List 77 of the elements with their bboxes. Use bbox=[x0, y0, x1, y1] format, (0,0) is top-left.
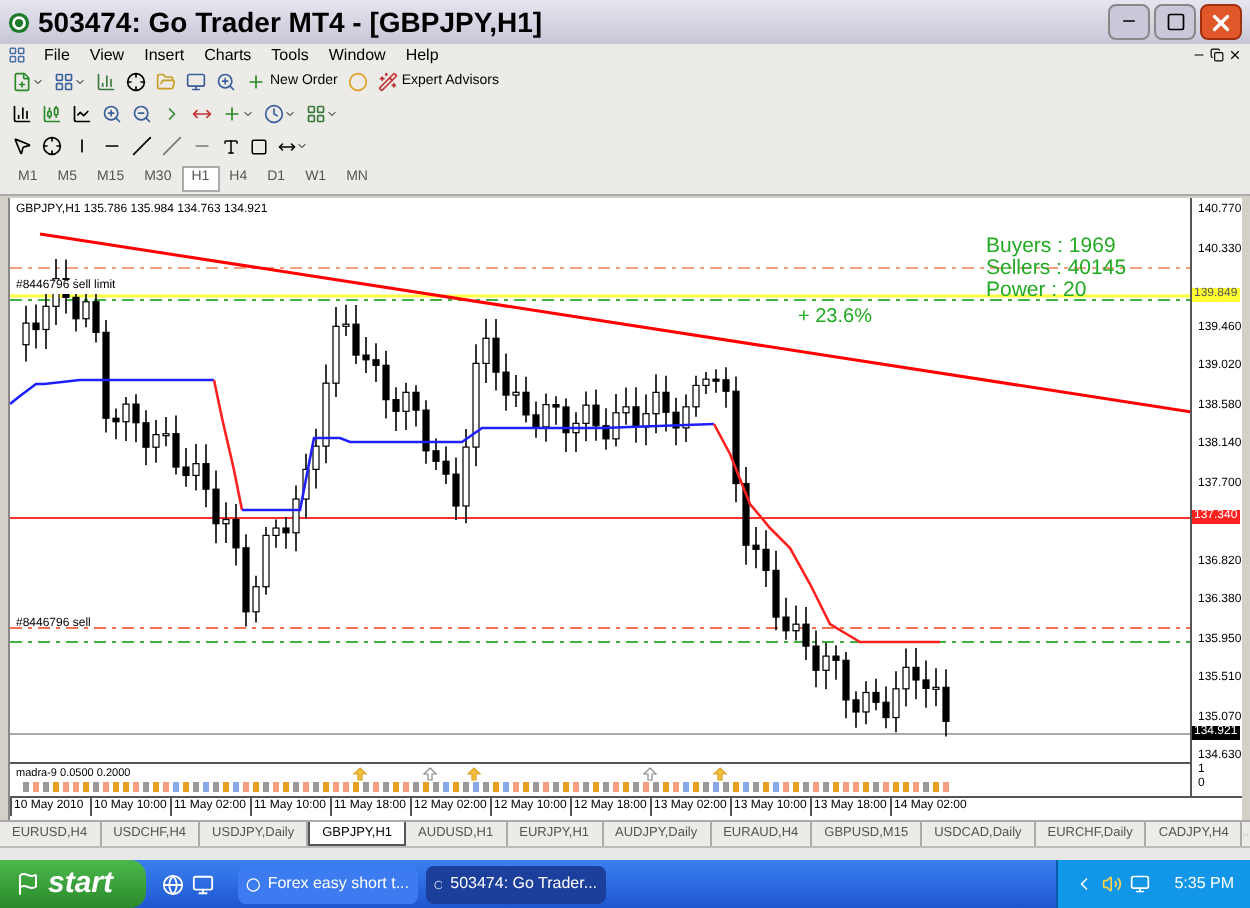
crosshair-icon bbox=[126, 72, 146, 92]
zoom-in-button[interactable] bbox=[98, 100, 126, 128]
zoom-in-icon bbox=[102, 104, 122, 124]
new-order-icon bbox=[246, 72, 266, 92]
maximize-icon bbox=[1165, 12, 1185, 32]
taskbar-button[interactable]: 503474: Go Trader... bbox=[425, 865, 606, 903]
crosshair-button[interactable] bbox=[38, 132, 66, 160]
close-icon[interactable] bbox=[1228, 48, 1242, 62]
templates-button[interactable] bbox=[302, 100, 342, 128]
periods-button[interactable] bbox=[260, 100, 300, 128]
restore-icon[interactable] bbox=[1210, 48, 1224, 62]
close-icon bbox=[1208, 9, 1234, 35]
chart-shift-icon bbox=[192, 104, 212, 124]
caret-icon bbox=[242, 108, 254, 120]
magnifier-icon bbox=[216, 72, 236, 92]
label-icon bbox=[250, 137, 268, 155]
cursor-icon bbox=[12, 136, 32, 156]
trendline-button[interactable] bbox=[128, 132, 156, 160]
text-icon bbox=[222, 137, 240, 155]
horizontal-scrollbar[interactable] bbox=[0, 846, 1250, 860]
caret-icon bbox=[284, 108, 296, 120]
bar-chart-button[interactable] bbox=[8, 100, 36, 128]
profiles-button[interactable] bbox=[50, 68, 90, 96]
navigator-button[interactable] bbox=[122, 68, 150, 96]
windows-flag-icon bbox=[16, 872, 40, 896]
quick-launch-icon[interactable] bbox=[161, 873, 184, 895]
zoom-out-button[interactable] bbox=[128, 100, 156, 128]
line-chart-button[interactable] bbox=[68, 100, 96, 128]
channel-button[interactable] bbox=[158, 132, 186, 160]
stat-text: Sellers : 40145 bbox=[986, 258, 1127, 280]
market-watch-button[interactable] bbox=[92, 68, 120, 96]
stat-text: Buyers : 1969 bbox=[986, 236, 1118, 258]
arrows-icon bbox=[278, 137, 296, 155]
terminal-button[interactable] bbox=[182, 68, 210, 96]
market-watch-icon bbox=[96, 72, 116, 92]
desktop-icon[interactable] bbox=[191, 873, 214, 895]
menu-item[interactable]: View bbox=[79, 43, 135, 67]
channel-icon bbox=[162, 136, 182, 156]
maximize-button[interactable] bbox=[1154, 4, 1196, 40]
bars-icon bbox=[12, 104, 32, 124]
caret-icon bbox=[326, 108, 338, 120]
indicators-icon bbox=[222, 104, 242, 124]
folder-icon bbox=[156, 72, 176, 92]
close-button[interactable] bbox=[1200, 4, 1242, 40]
terminal-icon bbox=[186, 72, 206, 92]
new-chart-icon bbox=[12, 72, 32, 92]
menu-item[interactable]: Tools bbox=[261, 43, 319, 67]
expert-advisors-icon bbox=[377, 72, 398, 92]
window-title: 503474: Go Trader MT4 - [GBPJPY,H1] bbox=[38, 3, 543, 42]
menu-item[interactable]: Window bbox=[318, 43, 396, 67]
caret-icon bbox=[74, 76, 86, 88]
start-button[interactable]: start bbox=[0, 860, 146, 908]
app-icon bbox=[8, 11, 30, 33]
menu-item[interactable]: Insert bbox=[134, 43, 195, 67]
tester-button[interactable] bbox=[212, 68, 240, 96]
caret-icon bbox=[296, 140, 308, 152]
app-icon bbox=[245, 875, 260, 893]
app-icon bbox=[433, 875, 443, 893]
caret-icon bbox=[32, 76, 44, 88]
document-icon bbox=[8, 46, 26, 64]
taskbar-button[interactable]: Forex easy short t... bbox=[237, 865, 418, 903]
clock: 5:35 PM bbox=[1174, 872, 1234, 896]
trendline-icon bbox=[132, 136, 152, 156]
crosshair-icon bbox=[42, 136, 62, 156]
minimize-icon[interactable] bbox=[1192, 48, 1206, 62]
candlestick-button[interactable] bbox=[38, 100, 66, 128]
network-icon[interactable] bbox=[1130, 874, 1151, 894]
menu-item[interactable]: File bbox=[34, 43, 80, 67]
fibonacci-label: + 23.6% bbox=[798, 304, 872, 332]
menu-item[interactable]: Help bbox=[395, 43, 449, 67]
zoom-out-icon bbox=[132, 104, 152, 124]
templates-icon bbox=[306, 104, 326, 124]
menu-item[interactable]: Charts bbox=[194, 43, 262, 67]
profiles-icon bbox=[54, 72, 74, 92]
candlestick-icon bbox=[42, 104, 62, 124]
line-chart-icon bbox=[72, 104, 92, 124]
clock-icon bbox=[264, 104, 284, 124]
